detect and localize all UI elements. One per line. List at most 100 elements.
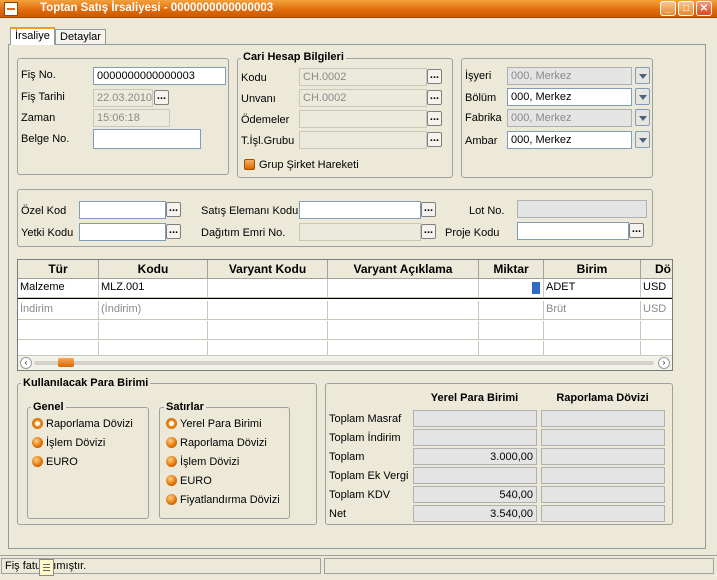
satis-elemani-field[interactable] [299, 201, 421, 219]
tab-irsaliye[interactable]: İrsaliye [10, 27, 55, 45]
table-row[interactable]: İndirim (İndirim) Brüt USD [18, 301, 672, 321]
cari-title: Cari Hesap Bilgileri [241, 51, 346, 63]
proje-kodu-field[interactable] [517, 222, 629, 240]
col-header-kodu[interactable]: Kodu [99, 260, 208, 279]
ambar-field[interactable]: 000, Merkez [507, 131, 632, 149]
horizontal-scrollbar[interactable]: ‹ › [18, 356, 672, 370]
satir-radio-islem[interactable] [166, 456, 177, 467]
cell-empty[interactable] [641, 321, 672, 340]
col-header-varyant-aciklama[interactable]: Varyant Açıklama [328, 260, 479, 279]
cari-kodu-field[interactable]: CH.0002 [299, 68, 427, 86]
odemeler-lookup[interactable]: ... [427, 111, 442, 126]
fabrika-dropdown[interactable] [635, 109, 650, 126]
satir-fiyat-label: Fiyatlandırma Dövizi [180, 494, 280, 506]
table-row[interactable]: Malzeme MLZ.001 ADET USD [18, 279, 672, 299]
cell-miktar[interactable] [479, 279, 544, 298]
satir-radio-yerel[interactable] [166, 418, 177, 429]
scroll-left-button[interactable]: ‹ [20, 357, 32, 369]
cell-miktar[interactable] [479, 301, 544, 320]
col-header-miktar[interactable]: Miktar [479, 260, 544, 279]
scroll-track[interactable] [34, 361, 654, 365]
dagitim-lookup[interactable]: ... [421, 224, 436, 239]
cell-tur[interactable]: İndirim [18, 301, 99, 320]
genel-radio-islem[interactable] [32, 437, 43, 448]
col-header-doviz[interactable]: Dö [641, 260, 672, 279]
cell-varyant-kodu[interactable] [208, 279, 328, 298]
cell-empty[interactable] [328, 321, 479, 340]
cell-empty[interactable] [99, 321, 208, 340]
cell-kodu[interactable]: MLZ.001 [99, 279, 208, 298]
tisl-lookup[interactable]: ... [427, 132, 442, 147]
cell-birim[interactable]: ADET [544, 279, 641, 298]
toplam-masraf-rapor [541, 410, 665, 427]
table-row[interactable] [18, 341, 672, 356]
cell-tur[interactable]: Malzeme [18, 279, 99, 298]
minimize-button[interactable]: _ [660, 1, 676, 16]
ozel-kod-lookup[interactable]: ... [166, 202, 181, 217]
maximize-button[interactable]: □ [678, 1, 694, 16]
isyeri-field[interactable]: 000, Merkez [507, 67, 632, 85]
bolum-dropdown[interactable] [635, 88, 650, 105]
proje-kodu-lookup[interactable]: ... [629, 223, 644, 238]
date-picker-button[interactable]: ... [154, 90, 169, 105]
satir-radio-fiyat[interactable] [166, 494, 177, 505]
cari-unvani-lookup[interactable]: ... [427, 90, 442, 105]
cell-varyant-kodu[interactable] [208, 301, 328, 320]
cell-empty[interactable] [208, 341, 328, 356]
cell-empty[interactable] [641, 341, 672, 356]
cell-empty[interactable] [18, 341, 99, 356]
grup-sirket-checkbox[interactable] [244, 159, 255, 170]
ozel-kod-field[interactable] [79, 201, 166, 219]
cari-kodu-lookup[interactable]: ... [427, 69, 442, 84]
col-header-birim[interactable]: Birim [544, 260, 641, 279]
toplam-masraf-yerel [413, 410, 537, 427]
tab-detaylar[interactable]: Detaylar [55, 29, 106, 45]
col-header-tur[interactable]: Tür [18, 260, 99, 279]
cell-birim[interactable]: Brüt [544, 301, 641, 320]
satis-elemani-lookup[interactable]: ... [421, 202, 436, 217]
yetki-kodu-field[interactable] [79, 223, 166, 241]
table-row[interactable] [18, 321, 672, 341]
genel-radio-euro[interactable] [32, 456, 43, 467]
dagitim-field[interactable] [299, 223, 421, 241]
odemeler-field[interactable] [299, 110, 427, 128]
toplam-indirim-yerel [413, 429, 537, 446]
cell-empty[interactable] [328, 341, 479, 356]
cell-empty[interactable] [208, 321, 328, 340]
isyeri-dropdown[interactable] [635, 67, 650, 84]
close-button[interactable]: ✕ [696, 1, 712, 16]
bolum-field[interactable]: 000, Merkez [507, 88, 632, 106]
col-header-varyant-kodu[interactable]: Varyant Kodu [208, 260, 328, 279]
scroll-thumb[interactable] [58, 358, 74, 367]
cell-empty[interactable] [544, 321, 641, 340]
fis-no-field[interactable]: 0000000000000003 [93, 67, 226, 85]
yetki-kodu-lookup[interactable]: ... [166, 224, 181, 239]
satir-radio-raporlama[interactable] [166, 437, 177, 448]
note-icon[interactable] [39, 559, 54, 576]
cari-unvani-field[interactable]: CH.0002 [299, 89, 427, 107]
lot-no-field[interactable] [517, 200, 647, 218]
cell-empty[interactable] [99, 341, 208, 356]
satir-radio-euro[interactable] [166, 475, 177, 486]
fis-tarihi-field[interactable]: 22.03.2010 [93, 89, 153, 107]
cell-kodu[interactable]: (İndirim) [99, 301, 208, 320]
cell-doviz[interactable]: USD [641, 301, 672, 320]
toplam-kdv-yerel: 540,00 [413, 486, 537, 503]
ambar-dropdown[interactable] [635, 131, 650, 148]
cell-empty[interactable] [479, 341, 544, 356]
belge-no-field[interactable] [93, 129, 201, 149]
tisl-field[interactable] [299, 131, 427, 149]
cell-empty[interactable] [18, 321, 99, 340]
cari-kodu-label: Kodu [241, 72, 267, 84]
scroll-right-button[interactable]: › [658, 357, 670, 369]
window-title: Toptan Satış İrsaliyesi - 00000000000000… [40, 2, 274, 14]
cell-empty[interactable] [544, 341, 641, 356]
cell-doviz[interactable]: USD [641, 279, 672, 298]
title-bar: Toptan Satış İrsaliyesi - 00000000000000… [0, 0, 717, 18]
genel-radio-raporlama[interactable] [32, 418, 43, 429]
cell-empty[interactable] [479, 321, 544, 340]
cell-varyant-aciklama[interactable] [328, 301, 479, 320]
cell-varyant-aciklama[interactable] [328, 279, 479, 298]
fabrika-field[interactable]: 000, Merkez [507, 109, 632, 127]
zaman-field[interactable]: 15:06:18 [93, 109, 170, 127]
